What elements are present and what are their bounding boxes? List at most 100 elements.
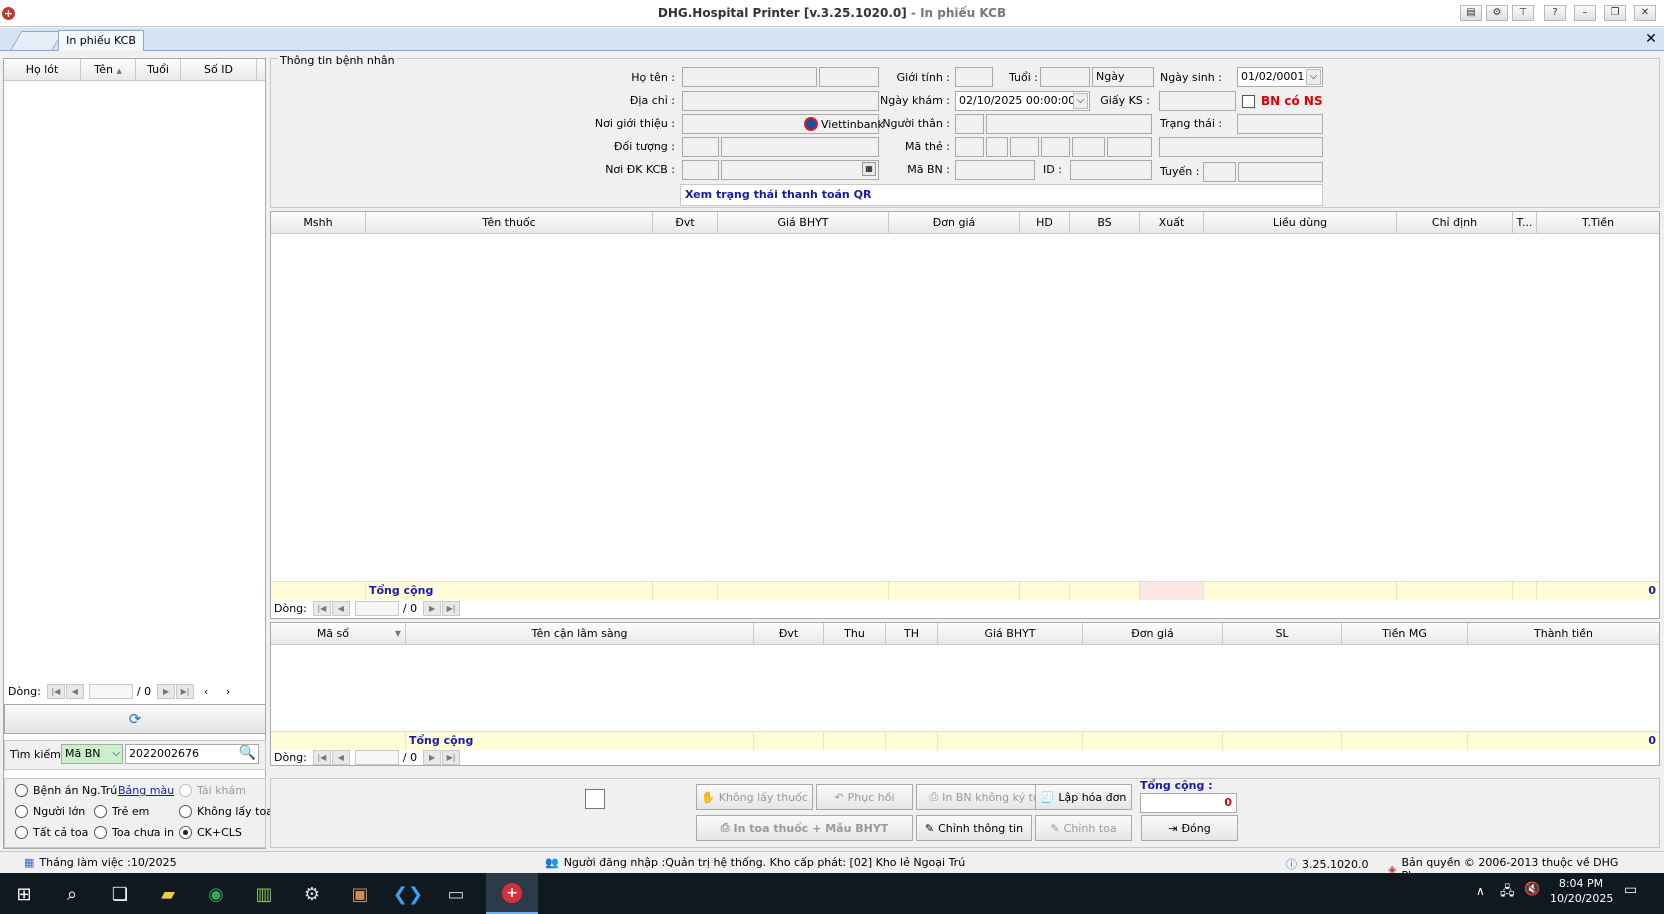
qr-payment-status-link[interactable]: Xem trạng thái thanh toán QR bbox=[680, 184, 1323, 206]
col-lieu-dung[interactable]: Liều dùng bbox=[1204, 212, 1397, 233]
ho-ten-field[interactable] bbox=[682, 67, 817, 87]
ma-the-field-5[interactable] bbox=[1072, 137, 1105, 157]
radio-tai-kham[interactable]: Tái khám bbox=[179, 784, 246, 797]
search-icon[interactable]: ⌕ bbox=[56, 878, 88, 910]
tab-close-icon[interactable]: ✕ bbox=[1644, 31, 1658, 47]
pin-icon[interactable]: ⊤ bbox=[1512, 5, 1534, 21]
giay-ks-field[interactable] bbox=[1159, 91, 1236, 111]
volume-muted-icon[interactable]: 🔇 bbox=[1524, 882, 1540, 897]
file-explorer-icon[interactable]: ▰ bbox=[152, 878, 184, 910]
col-dvt[interactable]: Đvt bbox=[653, 212, 718, 233]
network-icon[interactable]: 🖧 bbox=[1500, 882, 1515, 904]
col-bs[interactable]: BS bbox=[1070, 212, 1140, 233]
next-icon[interactable]: ▶ bbox=[423, 601, 442, 616]
tuoi-field[interactable] bbox=[1040, 67, 1090, 87]
help-icon[interactable]: ? bbox=[1544, 5, 1566, 21]
terminal-icon[interactable]: ▭ bbox=[440, 878, 472, 910]
restore-icon[interactable]: ❐ bbox=[1604, 5, 1626, 21]
ma-the-field-1[interactable] bbox=[955, 137, 984, 157]
chinh-toa-button[interactable]: ✎ Chỉnh toa bbox=[1035, 815, 1132, 841]
radio-benh-an[interactable]: Bệnh án Ng.Trú bbox=[15, 784, 117, 797]
refresh-button[interactable]: ⟳ bbox=[4, 704, 266, 734]
search-type-select[interactable]: Mã BN ⌵ bbox=[61, 744, 123, 764]
col-gia-bhyt[interactable]: Giá BHYT bbox=[938, 623, 1083, 644]
page-input[interactable] bbox=[354, 750, 399, 765]
nguoi-than-field[interactable] bbox=[986, 114, 1152, 134]
col-ma-so[interactable]: Mã số ▼ bbox=[271, 623, 406, 644]
close-icon[interactable]: ✕ bbox=[1634, 5, 1656, 21]
page-input[interactable] bbox=[354, 601, 399, 616]
ngay-kham-field[interactable]: 02/10/2025 00:00:00 ⌵ bbox=[955, 91, 1090, 111]
scroll-right-icon[interactable]: › bbox=[221, 685, 235, 698]
col-t-tien[interactable]: T.Tiền bbox=[1537, 212, 1659, 233]
prev-icon[interactable]: ◀ bbox=[331, 750, 350, 765]
windows-start-icon[interactable]: ⊞ bbox=[8, 878, 40, 910]
select-checkbox[interactable] bbox=[585, 789, 605, 809]
page-input[interactable] bbox=[88, 684, 133, 699]
dong-button[interactable]: ⇥ Đóng bbox=[1141, 815, 1238, 841]
col-th[interactable]: TH bbox=[886, 623, 938, 644]
chinh-thong-tin-button[interactable]: ✎ Chỉnh thông tin bbox=[916, 815, 1032, 841]
clock[interactable]: 8:04 PM 10/20/2025 bbox=[1550, 876, 1613, 906]
ngay-sinh-field[interactable]: 01/02/0001 ⌵ bbox=[1237, 67, 1323, 87]
col-mshh[interactable]: Mshh bbox=[271, 212, 366, 233]
last-icon[interactable]: ▶| bbox=[442, 601, 461, 616]
gioi-tinh-field[interactable] bbox=[955, 67, 993, 87]
tab-in-phieu-kcb[interactable]: In phiếu KCB bbox=[58, 30, 144, 51]
noi-dk-code-field[interactable] bbox=[682, 160, 719, 180]
dia-chi-field[interactable] bbox=[682, 91, 879, 111]
phuc-hoi-button[interactable]: ↶ Phục hồi bbox=[816, 784, 913, 810]
doi-tuong-code-field[interactable] bbox=[682, 137, 719, 157]
tuoi-unit-field[interactable]: Ngày bbox=[1092, 67, 1154, 87]
ma-the-field-4[interactable] bbox=[1041, 137, 1070, 157]
col-dvt[interactable]: Đvt bbox=[754, 623, 824, 644]
ma-the-field-2[interactable] bbox=[986, 137, 1008, 157]
trang-thai-field[interactable] bbox=[1237, 114, 1323, 134]
doi-tuong-field[interactable] bbox=[721, 137, 879, 157]
col-hd[interactable]: HD bbox=[1020, 212, 1070, 233]
col-don-gia[interactable]: Đơn giá bbox=[889, 212, 1020, 233]
col-ho-lot[interactable]: Họ lót bbox=[4, 59, 81, 80]
ma-the-field-6[interactable] bbox=[1107, 137, 1152, 157]
radio-toa-chua-in[interactable]: Toa chưa in bbox=[94, 826, 174, 839]
app-icon-2[interactable]: ▣ bbox=[344, 878, 376, 910]
last-icon[interactable]: ▶| bbox=[442, 750, 461, 765]
id-field[interactable] bbox=[1070, 160, 1152, 180]
radio-ck-cls[interactable]: CK+CLS bbox=[179, 826, 242, 839]
nguoi-than-code-field[interactable] bbox=[955, 114, 984, 134]
first-icon[interactable]: |◀ bbox=[312, 601, 331, 616]
col-thanh-tien[interactable]: Thành tiền bbox=[1468, 623, 1659, 644]
next-icon[interactable]: ▶ bbox=[157, 684, 176, 699]
prev-icon[interactable]: ◀ bbox=[65, 684, 84, 699]
ma-bn-field[interactable] bbox=[955, 160, 1035, 180]
col-ten-can-lam-sang[interactable]: Tên cận lâm sàng bbox=[406, 623, 754, 644]
col-gia-bhyt[interactable]: Giá BHYT bbox=[718, 212, 889, 233]
toolbar-icon-1[interactable]: ▤ bbox=[1460, 5, 1482, 21]
scroll-left-icon[interactable]: ‹ bbox=[199, 685, 213, 698]
app-icon-1[interactable]: ▥ bbox=[248, 878, 280, 910]
khong-lay-thuoc-button[interactable]: ✋ Không lấy thuốc bbox=[696, 784, 813, 810]
vscode-icon[interactable]: ❮❯ bbox=[392, 878, 424, 910]
col-don-gia[interactable]: Đơn giá bbox=[1083, 623, 1223, 644]
bn-co-ns-checkbox[interactable] bbox=[1242, 95, 1255, 108]
tuyen-code-field[interactable] bbox=[1203, 162, 1236, 182]
col-tuoi[interactable]: Tuổi bbox=[136, 59, 181, 80]
col-chi-dinh[interactable]: Chỉ định bbox=[1397, 212, 1513, 233]
col-so-id[interactable]: Số ID bbox=[181, 59, 257, 80]
col-ten-thuoc[interactable]: Tên thuốc bbox=[366, 212, 653, 233]
notifications-icon[interactable]: ▭ bbox=[1624, 882, 1637, 898]
radio-khong-lay-toa[interactable]: Không lấy toa bbox=[179, 805, 273, 818]
col-sl[interactable]: SL bbox=[1223, 623, 1342, 644]
lap-hoa-don-button[interactable]: 🧾 Lập hóa đơn bbox=[1035, 784, 1132, 810]
radio-tre-em[interactable]: Trẻ em bbox=[94, 805, 149, 818]
col-thu[interactable]: Thu bbox=[824, 623, 886, 644]
in-toa-thuoc-button[interactable]: ⎙ In toa thuốc + Mẫu BHYT bbox=[696, 815, 913, 841]
col-ten[interactable]: Tên ▲ bbox=[81, 59, 136, 80]
minimize-icon[interactable]: – bbox=[1574, 5, 1596, 21]
hospital-printer-taskbar-icon[interactable]: + bbox=[486, 873, 538, 914]
col-xuat[interactable]: Xuất bbox=[1140, 212, 1204, 233]
col-tien-mg[interactable]: Tiền MG bbox=[1342, 623, 1468, 644]
noi-dk-kcb-field[interactable] bbox=[721, 160, 879, 180]
search-icon[interactable]: 🔍 bbox=[238, 745, 257, 763]
task-view-icon[interactable]: ❏ bbox=[104, 878, 136, 910]
